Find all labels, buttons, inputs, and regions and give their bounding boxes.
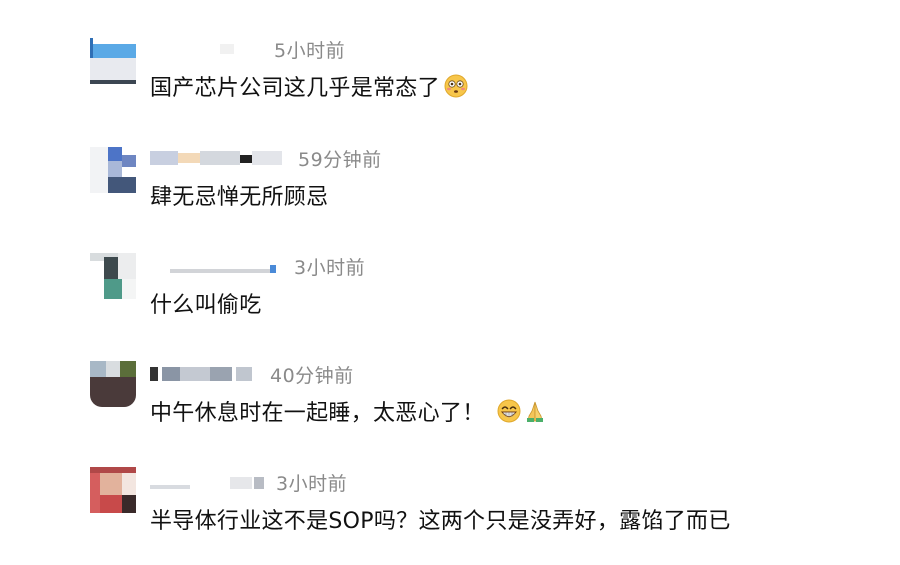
comment-meta: 5小时前 (150, 37, 346, 62)
comment-text-content: 中午休息时在一起睡，太恶心了！ (150, 401, 485, 426)
avatar[interactable] (90, 147, 136, 193)
comment-item: 3小时前 什么叫偷吃 (0, 247, 900, 337)
avatar[interactable] (90, 253, 136, 299)
comment-text: 什么叫偷吃 (150, 287, 262, 319)
flushed-face-icon (444, 74, 468, 98)
comment-time: 3小时前 (294, 256, 366, 279)
comment-time: 40分钟前 (270, 364, 354, 387)
comment-text: 国产芯片公司这几乎是常态了 (150, 70, 468, 102)
comment-meta: 40分钟前 (150, 362, 354, 387)
avatar[interactable] (90, 467, 136, 513)
comment-meta: 59分钟前 (150, 146, 382, 171)
comment-time: 5小时前 (274, 39, 346, 62)
comment-meta: 3小时前 (150, 254, 366, 279)
comment-item: 3小时前 半导体行业这不是SOP吗？这两个只是没弄好，露馅了而已 (0, 463, 900, 553)
comment-text: 中午休息时在一起睡，太恶心了！ (150, 395, 547, 427)
comment-meta: 3小时前 (150, 470, 348, 495)
comment-item: 5小时前 国产芯片公司这几乎是常态了 (0, 30, 900, 120)
username-blurred[interactable] (150, 257, 290, 275)
username-blurred[interactable] (150, 149, 294, 167)
comment-item: 40分钟前 中午休息时在一起睡，太恶心了！ (0, 355, 900, 445)
comment-text-content: 半导体行业这不是SOP吗？这两个只是没弄好，露馅了而已 (150, 509, 731, 534)
avatar[interactable] (90, 361, 136, 407)
comment-text: 肆无忌惮无所顾忌 (150, 179, 328, 211)
comment-text: 半导体行业这不是SOP吗？这两个只是没弄好，露馅了而已 (150, 503, 731, 535)
comment-item: 59分钟前 肆无忌惮无所顾忌 (0, 139, 900, 229)
comment-time: 3小时前 (276, 472, 348, 495)
username-blurred[interactable] (150, 365, 266, 383)
comment-time: 59分钟前 (298, 148, 382, 171)
comment-text-content: 国产芯片公司这几乎是常态了 (150, 76, 440, 101)
avatar[interactable] (90, 38, 136, 84)
comment-text-content: 什么叫偷吃 (150, 293, 262, 318)
grinning-face-icon (497, 399, 521, 423)
username-blurred[interactable] (150, 473, 272, 491)
comment-text-content: 肆无忌惮无所顾忌 (150, 185, 329, 210)
username-blurred[interactable] (150, 40, 270, 58)
folded-hands-icon (526, 401, 543, 422)
